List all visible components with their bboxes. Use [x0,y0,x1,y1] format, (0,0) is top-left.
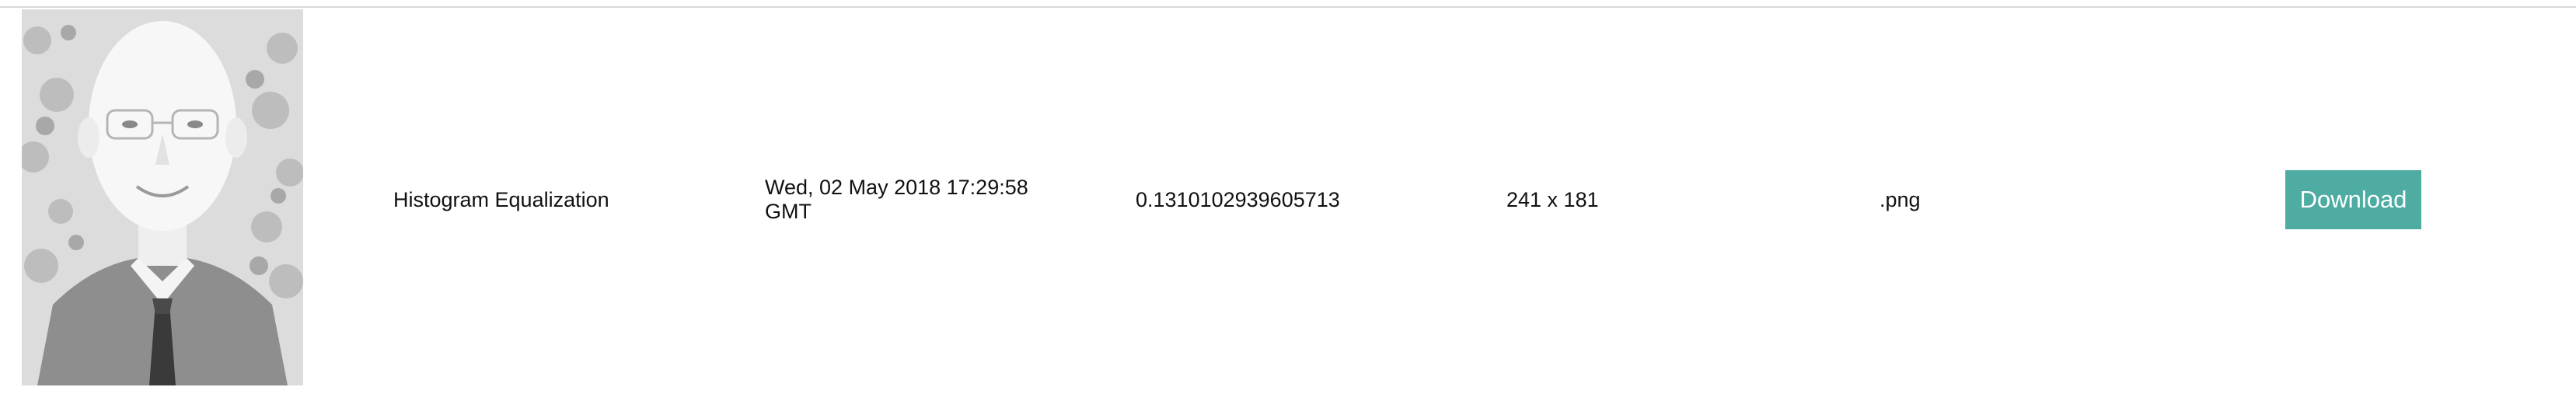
portrait-image [22,9,303,385]
image-size-cell: 241 x 181 [1506,8,1833,392]
file-extension: .png [1880,187,1921,211]
timestamp: Wed, 02 May 2018 17:29:58 GMT [765,176,1028,223]
filter-name-cell: Histogram Equalization [393,8,720,392]
extension-cell: .png [1880,8,2206,392]
action-cell: Download [2285,8,2518,392]
image-thumbnail [22,9,303,385]
download-button[interactable]: Download [2285,170,2421,229]
image-size: 241 x 181 [1506,187,1599,211]
timestamp-cell: Wed, 02 May 2018 17:29:58 GMT [765,8,1060,392]
table-row: Histogram Equalization Wed, 02 May 2018 … [0,8,2576,392]
process-time-cell: 0.1310102939605713 [1136,8,1462,392]
filter-name: Histogram Equalization [393,187,609,211]
process-time: 0.1310102939605713 [1136,187,1340,211]
